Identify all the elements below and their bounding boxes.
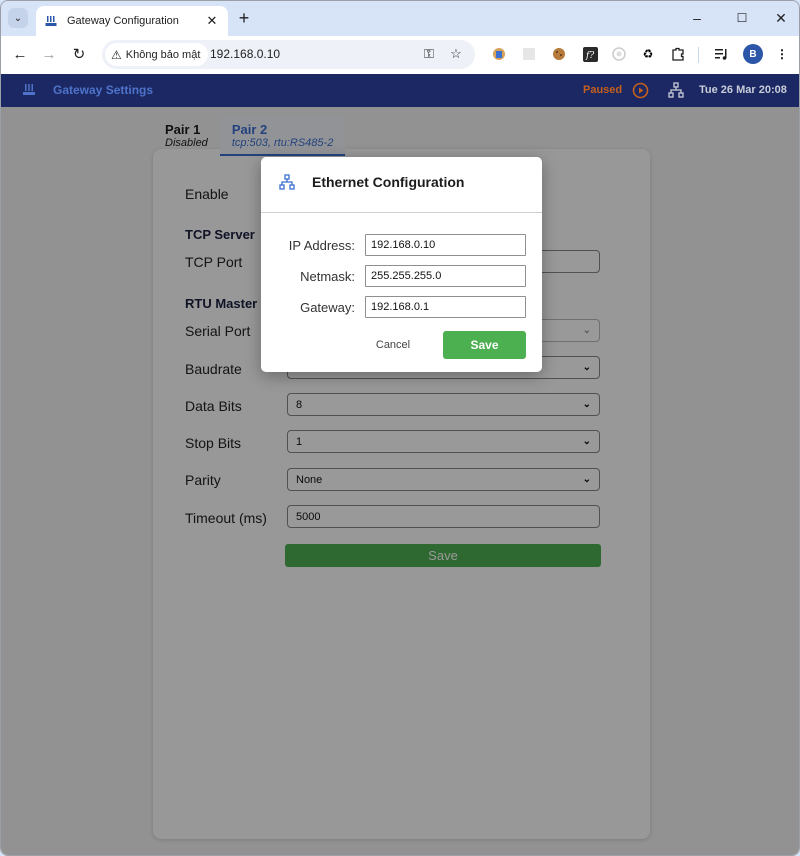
extension-1-icon[interactable] (490, 45, 508, 63)
browser-window: ⌄ Gateway Configuration ✕ + – ☐ ✕ ← → ↻ … (0, 0, 800, 856)
reload-icon[interactable]: ↻ (69, 45, 89, 65)
forward-icon[interactable]: → (39, 45, 59, 65)
netmask-label: Netmask: (300, 269, 355, 284)
network-icon (279, 174, 295, 190)
gateway-input[interactable]: 192.168.0.1 (365, 296, 526, 318)
close-window-icon[interactable]: ✕ (771, 9, 791, 27)
ip-address-input[interactable]: 192.168.0.10 (365, 234, 526, 256)
gateway-logo-icon (21, 82, 37, 98)
cookie-extension-icon[interactable] (550, 45, 568, 63)
menu-kebab-icon[interactable]: ⋮ (773, 45, 791, 63)
app-title[interactable]: Gateway Settings (53, 83, 153, 97)
extension-2-icon[interactable] (520, 45, 538, 63)
media-control-icon[interactable] (713, 45, 731, 63)
profile-avatar[interactable]: B (743, 44, 763, 64)
dialog-title: Ethernet Configuration (312, 174, 465, 190)
font-extension-icon[interactable]: f? (581, 45, 599, 63)
address-bar[interactable]: ⚠ Không bảo mật 192.168.0.10 ⚿ ☆ (102, 40, 475, 69)
play-icon[interactable] (632, 82, 649, 99)
cancel-button[interactable]: Cancel (363, 331, 423, 359)
netmask-input[interactable]: 255.255.255.0 (365, 265, 526, 287)
status-text: Paused (583, 84, 623, 96)
recycle-extension-icon[interactable]: ♻ (639, 45, 657, 63)
network-icon[interactable] (668, 82, 684, 98)
svg-text:f?: f? (585, 51, 594, 61)
tab-search-icon[interactable]: ⌄ (8, 8, 28, 28)
dialog-header: Ethernet Configuration (261, 157, 542, 213)
security-chip[interactable]: ⚠ Không bảo mật (105, 43, 209, 66)
tab-strip: ⌄ Gateway Configuration ✕ + – ☐ ✕ (1, 1, 799, 36)
toolbar-separator (698, 47, 699, 63)
password-key-icon[interactable]: ⚿ (420, 46, 438, 62)
bookmark-star-icon[interactable]: ☆ (447, 46, 465, 62)
browser-tab[interactable]: Gateway Configuration ✕ (36, 6, 228, 36)
datetime: Tue 26 Mar 20:08 (699, 84, 787, 96)
gateway-label: Gateway: (300, 300, 355, 315)
url-text[interactable]: 192.168.0.10 (210, 47, 280, 61)
dialog-save-button[interactable]: Save (443, 331, 526, 359)
maximize-icon[interactable]: ☐ (732, 9, 752, 27)
ip-address-label: IP Address: (288, 238, 355, 253)
browser-toolbar: ← → ↻ ⚠ Không bảo mật 192.168.0.10 ⚿ ☆ f… (1, 36, 799, 74)
warning-icon: ⚠ (111, 47, 122, 62)
extension-5-icon[interactable] (610, 45, 628, 63)
ethernet-config-dialog: Ethernet Configuration IP Address: 192.1… (261, 157, 542, 372)
back-icon[interactable]: ← (10, 45, 30, 65)
tab-title: Gateway Configuration (67, 15, 179, 27)
security-label: Không bảo mật (125, 48, 201, 61)
app-header: Gateway Settings Paused Tue 26 Mar 20:08 (1, 74, 799, 107)
close-tab-icon[interactable]: ✕ (204, 13, 220, 29)
new-tab-icon[interactable]: + (235, 9, 253, 27)
gateway-favicon-icon (44, 14, 58, 28)
extensions-icon[interactable] (669, 45, 687, 63)
minimize-icon[interactable]: – (687, 9, 707, 27)
